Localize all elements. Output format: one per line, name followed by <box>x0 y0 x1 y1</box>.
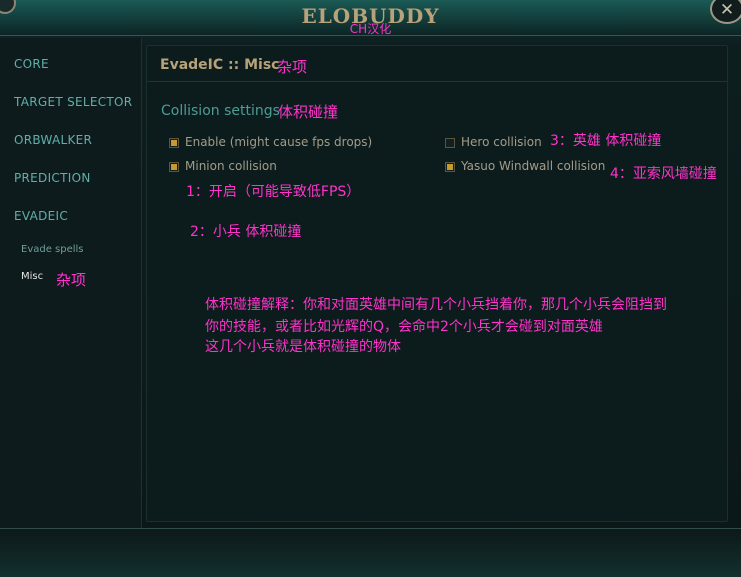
explanation-line-3: 这几个小兵就是体积碰撞的物体 <box>205 339 401 355</box>
sidebar-item-core[interactable]: CORE <box>14 57 49 71</box>
option-hero-collision-label: Hero collision <box>461 135 542 149</box>
close-icon: ✕ <box>719 0 735 20</box>
annotation-enable: 1：开启（可能导致低FPS） <box>186 184 361 200</box>
title-bar: ELOBUDDY CH汉化 ✕ <box>0 0 741 36</box>
title-translation-note: CH汉化 <box>349 22 392 36</box>
option-yasuo-windwall-collision[interactable]: Yasuo Windwall collision <box>445 159 615 175</box>
option-enable[interactable]: Enable (might cause fps drops) <box>169 135 373 151</box>
annotation-yasuo: 4：亚索风墙碰撞 <box>610 166 717 182</box>
footer-bar <box>0 528 741 577</box>
explanation-line-1: 体积碰撞解释：你和对面英雄中间有几个小兵挡着你，那几个小兵会阻挡到 <box>205 297 667 313</box>
section-translation-note: 体积碰撞 <box>278 103 339 121</box>
sidebar-item-prediction[interactable]: PREDICTION <box>14 171 91 185</box>
sidebar-subitem-misc[interactable]: Misc <box>21 271 43 282</box>
option-yasuo-windwall-label: Yasuo Windwall collision <box>461 159 606 173</box>
misc-translation-note: 杂项 <box>56 271 87 289</box>
option-minion-collision[interactable]: Minion collision <box>169 159 369 175</box>
annotation-hero: 3：英雄 体积碰撞 <box>550 133 662 149</box>
annotation-minion: 2：小兵 体积碰撞 <box>190 224 302 240</box>
option-minion-collision-label: Minion collision <box>185 159 277 173</box>
explanation-line-2: 你的技能，或者比如光辉的Q，会命中2个小兵才会碰到对面英雄 <box>205 319 603 335</box>
sidebar-item-orbwalker[interactable]: ORBWALKER <box>14 133 92 147</box>
hero-collision-checkbox[interactable] <box>445 138 455 148</box>
page-title: EvadeIC :: Misc <box>160 57 280 73</box>
sidebar-item-evadeic[interactable]: EVADEIC <box>14 209 68 223</box>
sidebar-item-target-selector[interactable]: TARGET SELECTOR <box>14 95 132 109</box>
enable-checkbox[interactable] <box>169 138 179 148</box>
main-panel: EvadeIC :: Misc 杂项 Collision settings 体积… <box>146 45 728 522</box>
panel-header: EvadeIC :: Misc 杂项 <box>147 46 727 82</box>
sidebar: CORE TARGET SELECTOR ORBWALKER PREDICTIO… <box>0 38 142 528</box>
section-title: Collision settings <box>161 103 280 119</box>
option-enable-label: Enable (might cause fps drops) <box>185 135 373 149</box>
minion-collision-checkbox[interactable] <box>169 162 179 172</box>
sidebar-subitem-evade-spells[interactable]: Evade spells <box>21 244 84 255</box>
yasuo-windwall-checkbox[interactable] <box>445 162 455 172</box>
app-window: ELOBUDDY CH汉化 ✕ CORE TARGET SELECTOR ORB… <box>0 0 741 577</box>
page-title-translation-note: 杂项 <box>277 58 308 76</box>
